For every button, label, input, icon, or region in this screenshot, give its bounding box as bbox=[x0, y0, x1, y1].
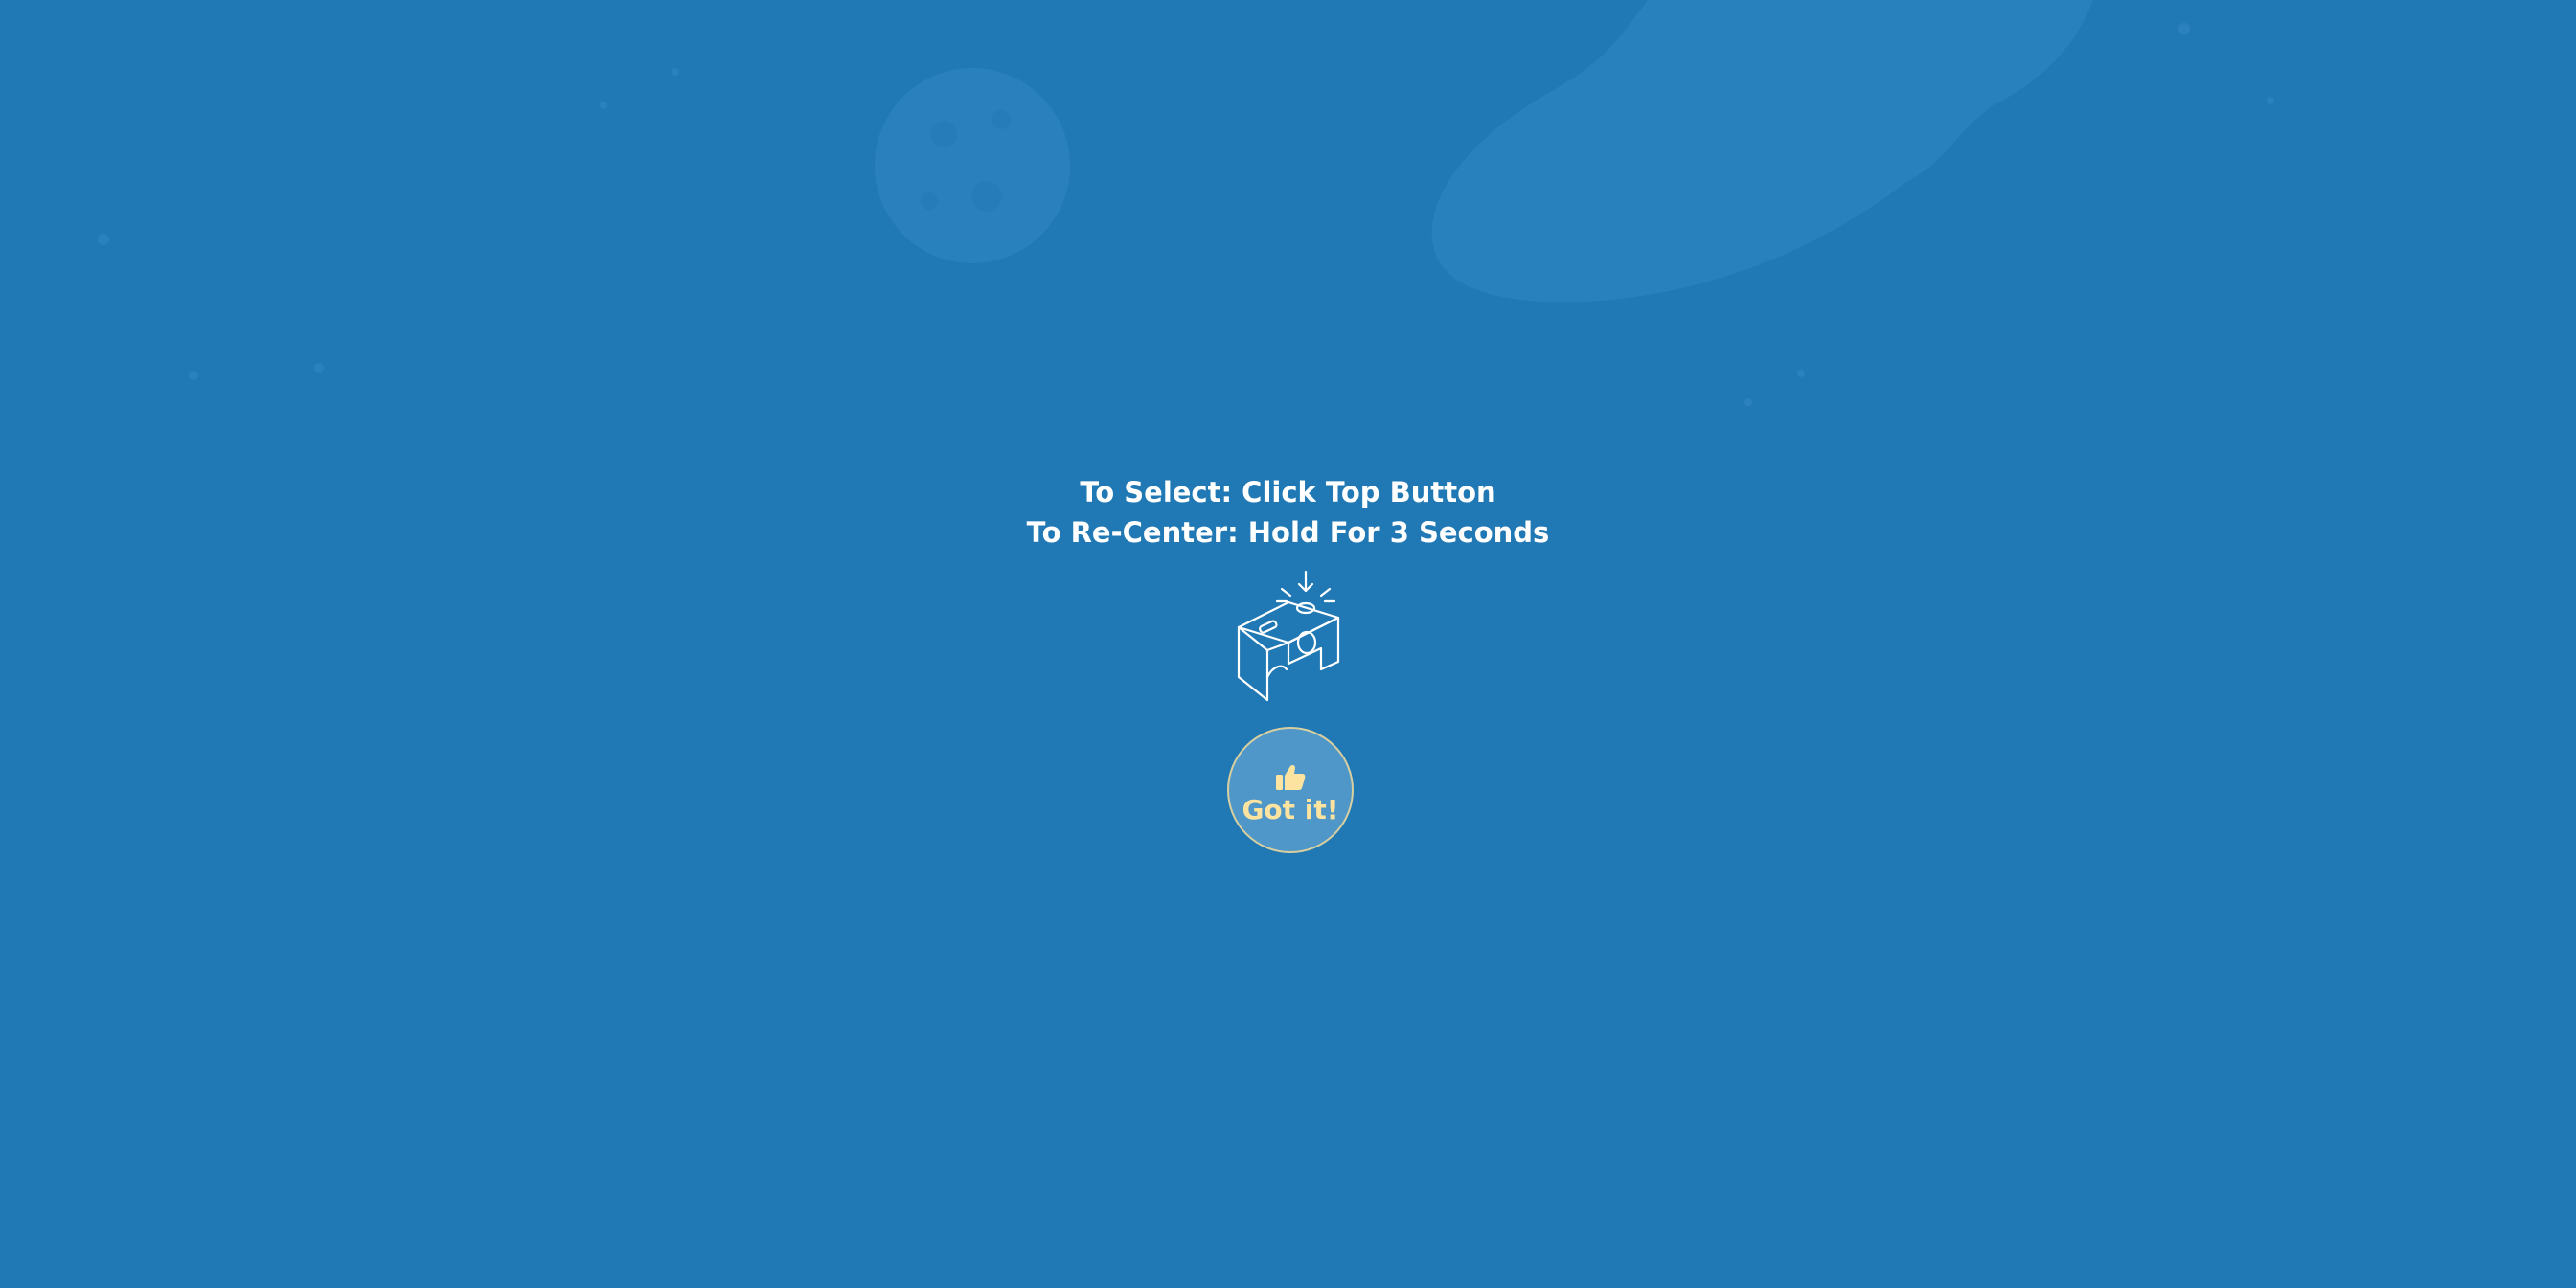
got-it-label: Got it! bbox=[1242, 793, 1339, 825]
recenter-instruction: To Re-Center: Hold For 3 Seconds bbox=[1026, 516, 1550, 549]
star-dots bbox=[98, 23, 2274, 406]
got-it-button[interactable]: Got it! bbox=[1227, 727, 1354, 853]
instructions-text: To Select: Click Top Button To Re-Center… bbox=[0, 472, 2576, 553]
thumbs-up-icon bbox=[1276, 764, 1306, 790]
cloud-shape bbox=[1431, 0, 2093, 303]
cardboard-viewer-icon bbox=[1237, 570, 1340, 702]
moon-shape bbox=[875, 68, 1070, 263]
select-instruction: To Select: Click Top Button bbox=[1080, 476, 1496, 508]
